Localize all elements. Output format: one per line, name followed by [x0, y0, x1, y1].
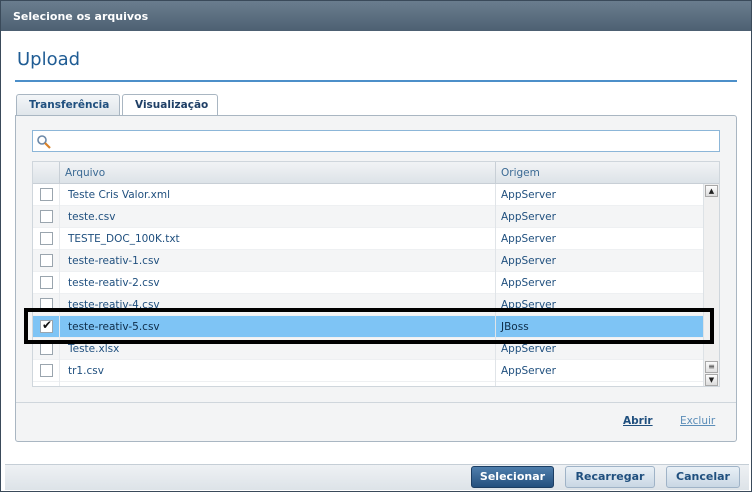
file-name-cell: teste.csv: [68, 211, 116, 223]
table-row[interactable]: Teste.xlsx AppServer: [33, 338, 703, 360]
origin-cell: AppServer: [501, 255, 556, 267]
file-select-dialog: Selecione os arquivos Upload Transferênc…: [0, 0, 752, 492]
column-header-arquivo[interactable]: Arquivo: [65, 167, 105, 179]
header-divider: [59, 162, 60, 184]
table-row[interactable]: teste-reativ-4.csv AppServer: [33, 294, 703, 316]
row-checkbox[interactable]: [40, 298, 53, 311]
row-checkbox[interactable]: [40, 210, 53, 223]
column-divider: [495, 184, 496, 386]
select-button[interactable]: Selecionar: [471, 466, 554, 488]
tab-visualizacao[interactable]: Visualização: [122, 94, 218, 117]
file-name-cell: teste-reativ-4.csv: [68, 299, 160, 311]
row-checkbox[interactable]: [40, 232, 53, 245]
origin-cell: AppServer: [501, 189, 556, 201]
origin-cell: AppServer: [501, 365, 556, 377]
scroll-thumb[interactable]: ≡: [705, 361, 718, 373]
table-row[interactable]: teste-reativ-1.csv AppServer: [33, 250, 703, 272]
origin-cell: AppServer: [501, 211, 556, 223]
tab-panel: Arquivo Origem Teste Cris Valor.xml AppS…: [15, 115, 737, 442]
origin-cell: AppServer: [501, 233, 556, 245]
column-divider: [59, 184, 60, 386]
file-name-cell: TESTE_DOC_100K.txt: [68, 233, 180, 245]
table-header: Arquivo Origem: [33, 162, 719, 184]
table-row[interactable]: teste.csv AppServer: [33, 206, 703, 228]
row-checkbox-checked[interactable]: [40, 318, 53, 333]
reload-button[interactable]: Recarregar: [565, 466, 655, 488]
row-checkbox[interactable]: [40, 254, 53, 267]
origin-cell: JBoss: [501, 321, 529, 333]
scroll-up-icon[interactable]: ▲: [705, 185, 718, 197]
column-header-origem[interactable]: Origem: [501, 167, 540, 179]
origin-cell: AppServer: [501, 277, 556, 289]
file-name-cell: teste-reativ-5.csv: [68, 321, 160, 333]
table-row-selected[interactable]: teste-reativ-5.csv JBoss: [33, 316, 703, 338]
origin-cell: AppServer: [501, 343, 556, 355]
file-name-cell: teste-reativ-2.csv: [68, 277, 160, 289]
dialog-title: Selecione os arquivos: [1, 1, 751, 31]
page-title: Upload: [17, 49, 81, 70]
table-row[interactable]: teste-reativ-2.csv AppServer: [33, 272, 703, 294]
row-checkbox[interactable]: [40, 188, 53, 201]
file-name-cell: Teste Cris Valor.xml: [68, 189, 171, 201]
panel-divider: [16, 402, 736, 403]
vertical-scrollbar[interactable]: ▲ ≡ ▼: [703, 184, 719, 386]
file-name-cell: tr1.csv: [68, 365, 104, 377]
title-divider: [15, 80, 737, 82]
open-link[interactable]: Abrir: [623, 415, 653, 427]
search-input[interactable]: [32, 130, 720, 152]
table-row[interactable]: Teste Cris Valor.xml AppServer: [33, 184, 703, 206]
file-table: Arquivo Origem Teste Cris Valor.xml AppS…: [32, 161, 720, 387]
file-name-cell: teste-reativ-1.csv: [68, 255, 160, 267]
tab-transferencia[interactable]: Transferência: [16, 94, 120, 116]
row-checkbox[interactable]: [40, 342, 53, 355]
header-divider: [495, 162, 496, 184]
cancel-button[interactable]: Cancelar: [666, 466, 740, 488]
row-checkbox[interactable]: [40, 364, 53, 377]
delete-link[interactable]: Excluir: [680, 415, 715, 427]
table-row[interactable]: TESTE_DOC_100K.txt AppServer: [33, 228, 703, 250]
file-name-cell: Teste.xlsx: [68, 343, 120, 355]
scroll-down-icon[interactable]: ▼: [705, 374, 718, 386]
row-checkbox[interactable]: [40, 276, 53, 289]
origin-cell: AppServer: [501, 299, 556, 311]
table-row[interactable]: tr1.csv AppServer: [33, 360, 703, 382]
